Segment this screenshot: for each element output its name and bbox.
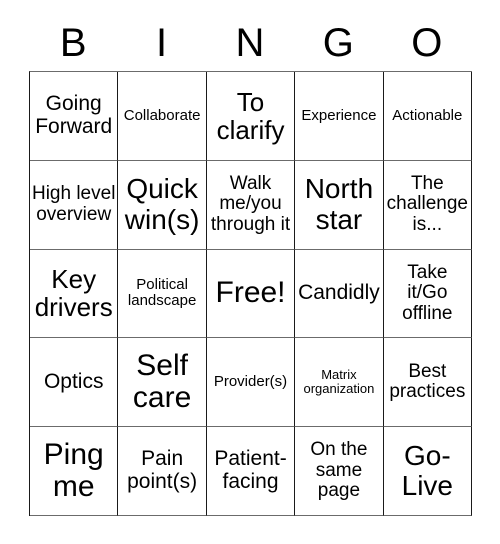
bingo-cell-label: Collaborate <box>123 106 201 124</box>
bingo-row-3: Key drivers Political landscape Free! Ca… <box>30 249 473 339</box>
bingo-cell-label: Free! <box>215 276 286 310</box>
bingo-cell-label: Actionable <box>392 106 463 124</box>
bingo-cell-label: Going Forward <box>35 92 113 138</box>
bingo-cell-n1[interactable]: To clarify <box>206 72 296 161</box>
bingo-header-letter-b: B <box>59 20 87 65</box>
bingo-cell-label: Best practices <box>389 360 466 403</box>
bingo-cell-label: Key drivers <box>34 264 113 323</box>
bingo-header-letter-g: G <box>322 20 354 65</box>
bingo-cell-b3[interactable]: Key drivers <box>30 249 119 339</box>
bingo-header-letter-i: I <box>156 20 168 65</box>
bingo-cell-i2[interactable]: Quick win(s) <box>118 160 207 250</box>
bingo-cell-label: Go-Live <box>401 439 454 502</box>
bingo-cell-label: Political landscape <box>127 276 197 310</box>
bingo-cell-b2[interactable]: High level overview <box>30 160 119 250</box>
bingo-cell-label: To clarify <box>216 86 285 145</box>
bingo-cell-label: Pain point(s) <box>127 447 198 494</box>
bingo-cell-n2[interactable]: Walk me/you through it <box>206 160 296 250</box>
bingo-cell-label: Experience <box>301 106 377 124</box>
bingo-grid: Going Forward Collaborate To clarify Exp… <box>29 71 473 516</box>
bingo-cell-o5[interactable]: Go-Live <box>383 427 473 516</box>
bingo-cell-b4[interactable]: Optics <box>30 338 119 428</box>
bingo-cell-label: Take it/Go offline <box>402 261 453 324</box>
bingo-cell-g2[interactable]: North star <box>295 160 384 250</box>
bingo-cell-label: Walk me/you through it <box>210 172 291 235</box>
bingo-cell-label: North star <box>304 173 374 235</box>
bingo-cell-i3[interactable]: Political landscape <box>118 249 207 339</box>
bingo-cell-o4[interactable]: Best practices <box>383 338 473 428</box>
bingo-cell-g3[interactable]: Candidly <box>295 249 384 339</box>
bingo-cell-o1[interactable]: Actionable <box>383 72 473 161</box>
bingo-cell-b1[interactable]: Going Forward <box>30 72 119 161</box>
bingo-cell-label: Candidly <box>298 281 380 305</box>
bingo-cell-label: The challenge is... <box>386 172 468 235</box>
bingo-cell-b5[interactable]: Ping me <box>30 427 119 516</box>
bingo-cell-n5[interactable]: Patient-facing <box>206 427 296 516</box>
bingo-cell-o3[interactable]: Take it/Go offline <box>383 249 473 339</box>
bingo-cell-label: On the same page <box>310 439 368 502</box>
bingo-card: B I N G O Going Forward Collaborate To c… <box>29 14 473 516</box>
bingo-cell-g4[interactable]: Matrix organization <box>295 338 384 428</box>
bingo-cell-i1[interactable]: Collaborate <box>118 72 207 161</box>
bingo-cell-n4[interactable]: Provider(s) <box>206 338 296 428</box>
bingo-row-4: Optics Self care Provider(s) Matrix orga… <box>30 338 473 428</box>
bingo-cell-g1[interactable]: Experience <box>295 72 384 161</box>
bingo-header-row: B I N G O <box>29 14 471 71</box>
bingo-cell-free-space[interactable]: Free! <box>206 249 296 339</box>
bingo-header-letter-o: O <box>411 20 443 65</box>
bingo-cell-label: High level overview <box>31 183 116 225</box>
bingo-cell-i4[interactable]: Self care <box>118 338 207 428</box>
bingo-row-1: Going Forward Collaborate To clarify Exp… <box>30 72 473 161</box>
bingo-cell-label: Quick win(s) <box>124 173 200 235</box>
bingo-cell-label: Self care <box>132 348 192 415</box>
bingo-cell-label: Provider(s) <box>213 373 288 391</box>
bingo-cell-o2[interactable]: The challenge is... <box>383 160 473 250</box>
bingo-header-letter-n: N <box>235 20 265 65</box>
bingo-row-5: Ping me Pain point(s) Patient-facing On … <box>30 427 473 516</box>
bingo-row-2: High level overview Quick win(s) Walk me… <box>30 160 473 250</box>
bingo-cell-g5[interactable]: On the same page <box>295 427 384 516</box>
bingo-cell-label: Matrix organization <box>303 367 375 397</box>
bingo-cell-label: Optics <box>43 369 104 393</box>
bingo-cell-label: Ping me <box>43 437 104 504</box>
bingo-cell-label: Patient-facing <box>214 447 287 494</box>
bingo-cell-i5[interactable]: Pain point(s) <box>118 427 207 516</box>
